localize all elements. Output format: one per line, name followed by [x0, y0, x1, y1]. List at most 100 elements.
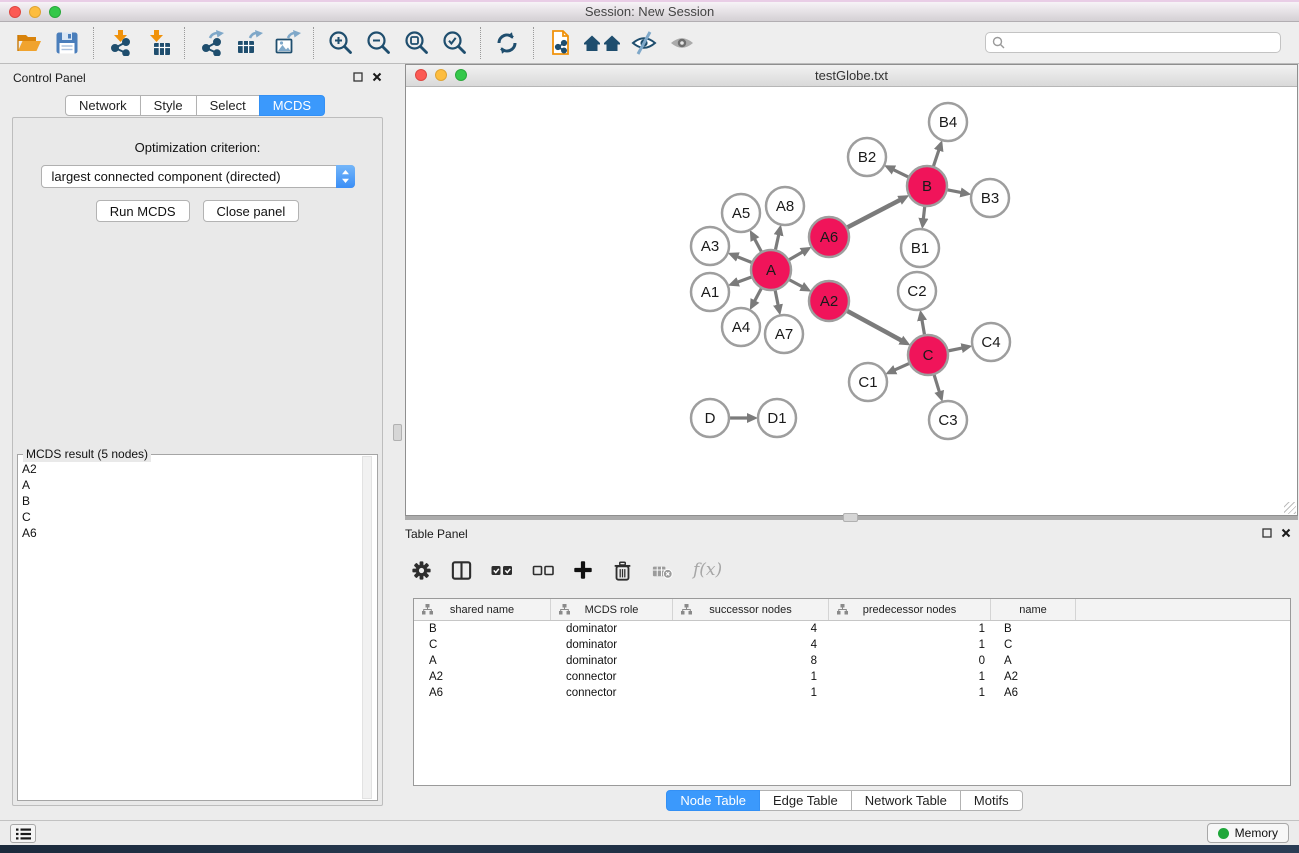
edge-A6-B[interactable]	[847, 200, 901, 228]
result-item[interactable]: A6	[18, 525, 377, 541]
home-button[interactable]	[579, 25, 625, 61]
network-window-titlebar[interactable]: testGlobe.txt	[406, 65, 1297, 87]
node-B2[interactable]: B2	[848, 138, 886, 176]
table-row[interactable]: A6connector11A6	[414, 685, 1290, 701]
edge-A-A1[interactable]	[737, 277, 752, 282]
node-C3[interactable]: C3	[929, 401, 967, 439]
column-header-shared-name[interactable]: shared name	[414, 599, 551, 620]
search-field[interactable]	[985, 32, 1281, 53]
run-mcds-button[interactable]: Run MCDS	[96, 200, 190, 222]
network-minimize-button[interactable]	[435, 69, 447, 81]
network-zoom-button[interactable]	[455, 69, 467, 81]
tab-mcds[interactable]: MCDS	[259, 95, 325, 116]
edge-B-B4[interactable]	[933, 150, 939, 167]
import-table-button[interactable]	[139, 25, 177, 61]
table-row[interactable]: Cdominator41C	[414, 637, 1290, 653]
column-header-name[interactable]: name	[991, 599, 1076, 620]
toggle-panel-button[interactable]	[450, 559, 473, 582]
vertical-split-handle[interactable]	[393, 424, 402, 441]
edge-A2-C[interactable]	[847, 311, 902, 341]
zoom-selected-button[interactable]	[435, 25, 473, 61]
edge-A-A4[interactable]	[755, 288, 762, 302]
result-item[interactable]: B	[18, 493, 377, 509]
edge-A-A5[interactable]	[755, 239, 762, 253]
horizontal-split-handle[interactable]	[843, 513, 858, 522]
window-resize-grip[interactable]	[1284, 502, 1296, 514]
column-header-predecessor-nodes[interactable]: predecessor nodes	[829, 599, 991, 620]
zoom-out-button[interactable]	[359, 25, 397, 61]
criterion-dropdown[interactable]: largest connected component (directed)	[41, 165, 355, 188]
result-item[interactable]: C	[18, 509, 377, 525]
tab-network[interactable]: Network	[65, 95, 141, 116]
edge-B-B3[interactable]	[947, 190, 962, 193]
zoom-fit-button[interactable]	[397, 25, 435, 61]
node-B1[interactable]: B1	[901, 229, 939, 267]
node-A8[interactable]: A8	[766, 187, 804, 225]
tab-edge-table[interactable]: Edge Table	[759, 790, 852, 811]
edge-B-B1[interactable]	[923, 206, 925, 219]
edge-B-B2[interactable]	[893, 170, 909, 178]
node-A5[interactable]: A5	[722, 194, 760, 232]
task-history-button[interactable]	[10, 824, 36, 843]
tab-style[interactable]: Style	[140, 95, 197, 116]
node-C2[interactable]: C2	[898, 272, 936, 310]
result-item[interactable]: A2	[18, 461, 377, 477]
tab-select[interactable]: Select	[196, 95, 260, 116]
column-header-successor-nodes[interactable]: successor nodes	[673, 599, 829, 620]
zoom-in-button[interactable]	[321, 25, 359, 61]
edge-A-A6[interactable]	[788, 252, 803, 260]
float-panel-icon[interactable]	[353, 72, 363, 82]
deselect-all-columns-button[interactable]	[531, 558, 555, 582]
edge-C-C2[interactable]	[922, 320, 925, 336]
save-session-button[interactable]	[48, 25, 86, 61]
node-B[interactable]: B	[907, 166, 947, 206]
zoom-window-button[interactable]	[49, 6, 61, 18]
node-A4[interactable]: A4	[722, 308, 760, 346]
node-A7[interactable]: A7	[765, 315, 803, 353]
edge-A-A2[interactable]	[789, 279, 803, 287]
node-D[interactable]: D	[691, 399, 729, 437]
hide-graphics-details-button[interactable]	[625, 25, 663, 61]
mcds-result-list[interactable]: A2ABCA6	[18, 455, 377, 800]
node-B4[interactable]: B4	[929, 103, 967, 141]
close-panel-button[interactable]: Close panel	[203, 200, 300, 222]
refresh-layout-button[interactable]	[488, 25, 526, 61]
import-network-button[interactable]	[101, 25, 139, 61]
edge-C-C3[interactable]	[934, 374, 940, 392]
table-row[interactable]: A2connector11A2	[414, 669, 1290, 685]
tab-motifs[interactable]: Motifs	[960, 790, 1023, 811]
memory-button[interactable]: Memory	[1207, 823, 1289, 843]
node-B3[interactable]: B3	[971, 179, 1009, 217]
table-row[interactable]: Adominator80A	[414, 653, 1290, 669]
node-A1[interactable]: A1	[691, 273, 729, 311]
node-A2[interactable]: A2	[809, 281, 849, 321]
node-A3[interactable]: A3	[691, 227, 729, 265]
edge-A-A8[interactable]	[775, 234, 779, 250]
edge-C-C1[interactable]	[894, 363, 909, 370]
edge-A-A3[interactable]	[737, 257, 752, 263]
node-A[interactable]: A	[751, 250, 791, 290]
edge-C-C4[interactable]	[948, 348, 963, 351]
table-row[interactable]: Bdominator41B	[414, 621, 1290, 637]
delete-column-button[interactable]	[611, 559, 634, 582]
tab-node-table[interactable]: Node Table	[666, 790, 760, 811]
add-column-button[interactable]	[572, 559, 594, 581]
export-table-button[interactable]	[230, 25, 268, 61]
search-input[interactable]	[1009, 36, 1274, 50]
node-D1[interactable]: D1	[758, 399, 796, 437]
float-panel-icon[interactable]	[1262, 528, 1272, 538]
node-C[interactable]: C	[908, 335, 948, 375]
select-all-columns-button[interactable]	[490, 558, 514, 582]
export-image-button[interactable]	[268, 25, 306, 61]
column-settings-button[interactable]	[410, 559, 433, 582]
result-scrollbar[interactable]	[362, 456, 372, 799]
node-C4[interactable]: C4	[972, 323, 1010, 361]
tab-network-table[interactable]: Network Table	[851, 790, 961, 811]
edge-A-A7[interactable]	[775, 290, 778, 306]
close-panel-icon[interactable]	[1281, 528, 1291, 538]
close-panel-icon[interactable]	[372, 72, 382, 82]
export-network-button[interactable]	[192, 25, 230, 61]
network-close-button[interactable]	[415, 69, 427, 81]
close-window-button[interactable]	[9, 6, 21, 18]
function-builder-button[interactable]: f(x)	[693, 560, 722, 580]
